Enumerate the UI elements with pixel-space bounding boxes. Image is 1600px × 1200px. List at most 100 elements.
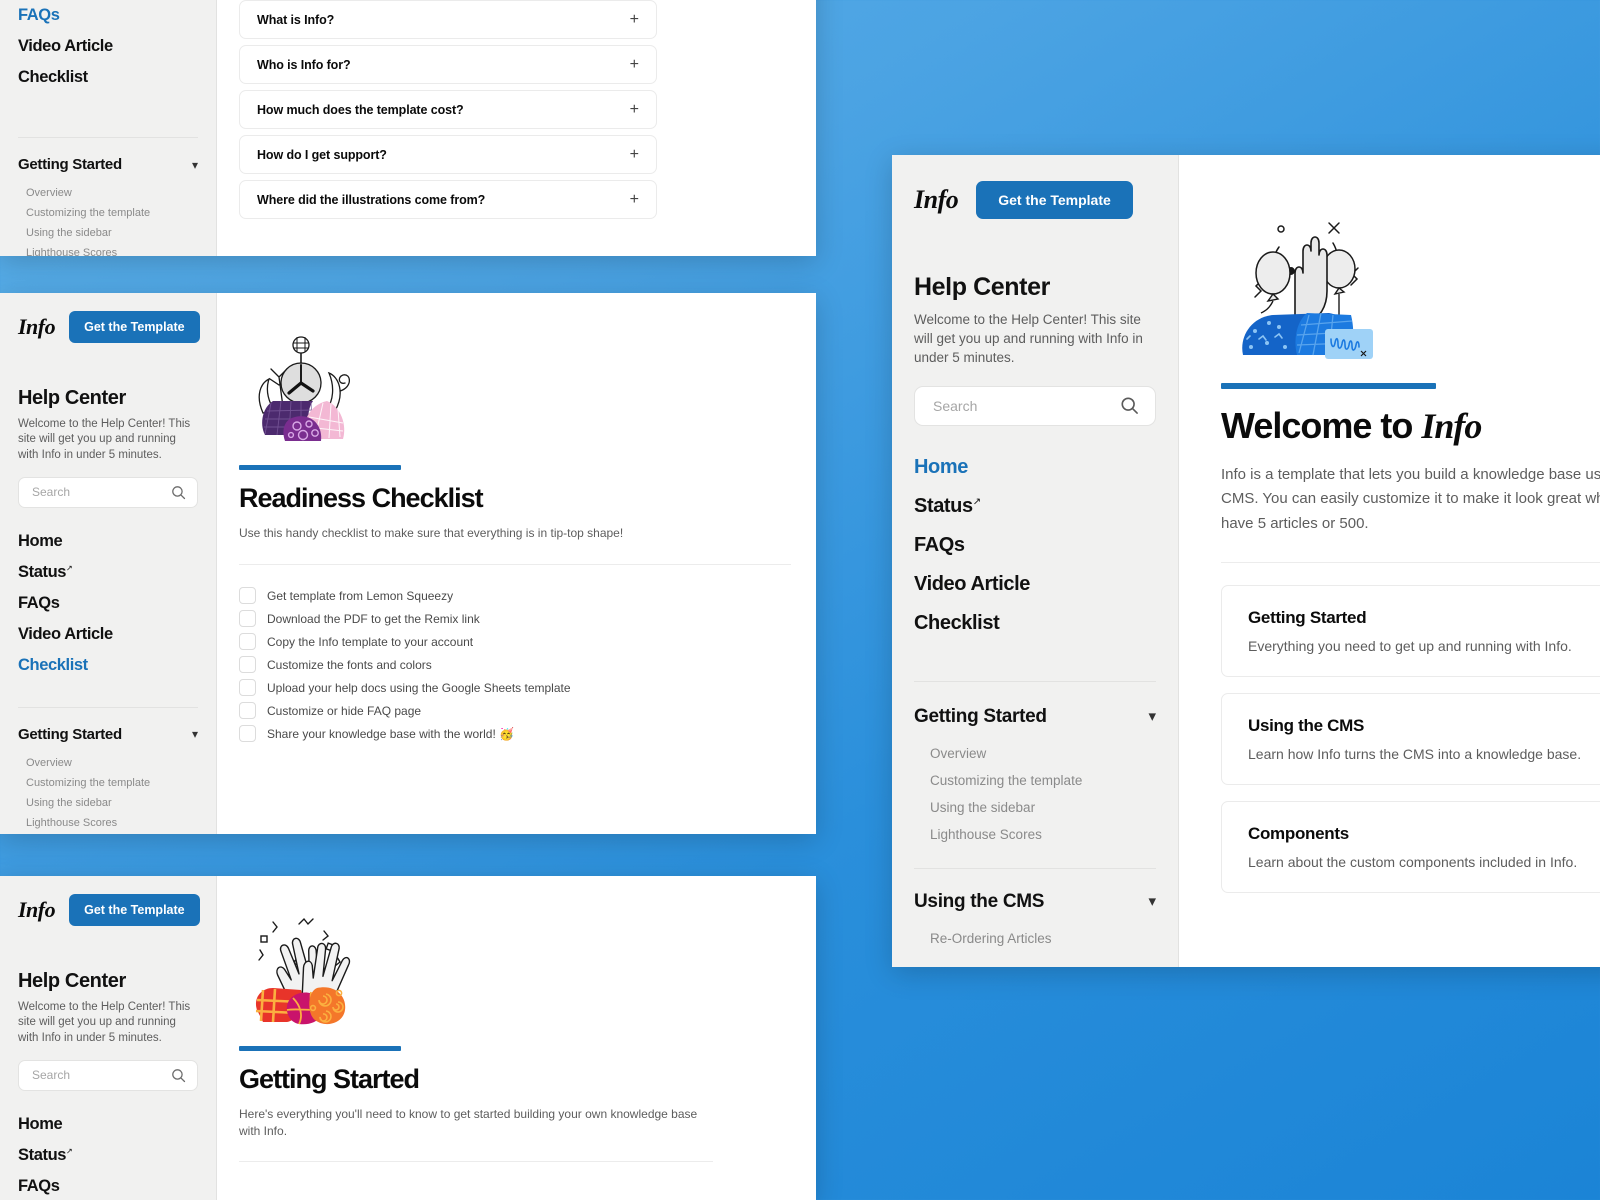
sidebar-subitem-using-sidebar[interactable]: Using the sidebar [18,223,198,243]
search-icon[interactable] [171,485,186,500]
faq-question: How much does the template cost? [257,102,464,117]
sidebar-item-label: Status [18,1145,67,1164]
plus-icon[interactable]: + [630,191,639,208]
checklist-label: Get template from Lemon Squeezy [267,588,454,603]
sidebar-header: Info Get the Template [18,293,200,343]
faq-item[interactable]: How much does the template cost? + [239,90,657,129]
sidebar-item-home[interactable]: Home [18,1109,198,1140]
sidebar-subitem-customizing[interactable]: Customizing the template [914,767,1156,794]
orange-hands-clapping-illustration [255,917,351,1025]
search-input[interactable] [30,1067,171,1084]
list-item[interactable]: Get template from Lemon Squeezy [239,584,791,607]
get-template-button[interactable]: Get the Template [976,181,1133,219]
list-item[interactable]: Download the PDF to get the Remix link [239,607,791,630]
faq-item[interactable]: How do I get support? + [239,135,657,174]
sidebar-item-video-article[interactable]: Video Article [18,31,198,62]
sidebar-item-faqs[interactable]: FAQs [18,588,198,619]
card-components[interactable]: Components Learn about the custom compon… [1221,800,1600,893]
search-icon[interactable] [171,1068,186,1083]
get-template-button[interactable]: Get the Template [69,311,200,343]
faq-item[interactable]: Who is Info for? + [239,45,657,84]
sidebar-header: Info Get the Template [18,876,200,926]
sidebar-group-getting-started[interactable]: Getting Started ▾ [18,138,198,173]
checkbox[interactable] [239,679,256,697]
list-item[interactable]: Upload your help docs using the Google S… [239,676,791,699]
checkbox[interactable] [239,587,256,605]
search-input[interactable] [30,484,171,501]
sidebar-item-home[interactable]: Home [18,526,198,557]
sidebar-subitem-overview[interactable]: Overview [914,740,1156,767]
sidebar-item-checklist[interactable]: Checklist [18,62,198,93]
sidebar-group-getting-started[interactable]: Getting Started ▾ [914,682,1156,728]
sidebar-item-label: Home [914,455,968,478]
search-box[interactable] [18,1059,198,1091]
search-icon[interactable] [1120,396,1139,415]
divider [239,1160,713,1162]
sidebar-item-status[interactable]: Status↗ [18,1140,198,1171]
search-input[interactable] [931,396,1120,415]
get-template-button[interactable]: Get the Template [69,894,200,926]
chevron-down-icon[interactable]: ▾ [192,159,198,171]
sidebar-item-faqs[interactable]: FAQs [18,1171,198,1200]
checklist-panel-content: Readiness Checklist Use this handy check… [217,293,816,834]
sidebar-item-label: FAQs [18,1176,60,1195]
card-getting-started[interactable]: Getting Started Everything you need to g… [1221,584,1600,677]
plus-icon[interactable]: + [630,11,639,28]
sidebar-item-status[interactable]: Status↗ [18,557,198,588]
sidebar-item-faqs[interactable]: FAQs [914,526,1156,565]
search-box[interactable] [18,476,198,508]
list-item[interactable]: Copy the Info template to your account [239,630,791,653]
logo[interactable]: Info [18,314,56,340]
sidebar-subitem-lighthouse[interactable]: Lighthouse Scores [18,813,198,833]
sidebar-subitem-overview[interactable]: Overview [18,183,198,203]
checklist-label: Customize the fonts and colors [267,657,432,672]
sidebar-title: Help Center [914,273,1050,301]
sidebar-group-using-the-cms[interactable]: Using the CMS ▾ [914,869,1156,913]
sidebar-subitem-lighthouse[interactable]: Lighthouse Scores [914,821,1156,848]
sidebar-subitem-lighthouse[interactable]: Lighthouse Scores [18,243,198,256]
plus-icon[interactable]: + [630,56,639,73]
sidebar-sublist: Re-Ordering Articles [914,925,1156,952]
list-item[interactable]: Share your knowledge base with the world… [239,722,791,745]
sidebar-subitem-customizing[interactable]: Customizing the template [18,773,198,793]
sidebar-item-label: Status [18,562,67,581]
external-link-icon: ↗ [66,563,73,573]
sidebar-subitem-using-sidebar[interactable]: Using the sidebar [914,794,1156,821]
faq-question: How do I get support? [257,147,387,162]
sidebar-item-faqs[interactable]: FAQs [18,0,198,31]
search-box[interactable] [914,385,1156,426]
sidebar-item-checklist[interactable]: Checklist [914,604,1156,643]
checkbox[interactable] [239,702,256,720]
faq-item[interactable]: What is Info? + [239,0,657,39]
getting-started-panel: Info Get the Template Help Center Welcom… [0,876,816,1200]
card-description: Learn about the custom components includ… [1248,853,1578,870]
list-item[interactable]: Customize or hide FAQ page [239,699,791,722]
sidebar-subitem-customizing[interactable]: Customizing the template [18,203,198,223]
card-description: Learn how Info turns the CMS into a know… [1248,745,1582,762]
card-using-the-cms[interactable]: Using the CMS Learn how Info turns the C… [1221,692,1600,785]
faq-item[interactable]: Where did the illustrations come from? + [239,180,657,219]
sidebar-item-home[interactable]: Home [914,448,1156,487]
sidebar-item-video-article[interactable]: Video Article [18,619,198,650]
checkbox[interactable] [239,633,256,651]
sidebar-item-video-article[interactable]: Video Article [914,565,1156,604]
chevron-down-icon[interactable]: ▾ [1148,709,1156,724]
sidebar-item-checklist[interactable]: Checklist [18,650,198,681]
checkbox[interactable] [239,725,256,743]
sidebar-group-getting-started[interactable]: Getting Started ▾ [18,708,198,743]
chevron-down-icon[interactable]: ▾ [192,728,198,740]
chevron-down-icon[interactable]: ▾ [1148,894,1156,909]
faq-question: What is Info? [257,12,335,27]
logo[interactable]: Info [18,897,56,923]
checkbox[interactable] [239,656,256,674]
sidebar-subitem-re-ordering-articles[interactable]: Re-Ordering Articles [914,925,1156,952]
logo[interactable]: Info [914,185,959,215]
page-title: Getting Started [239,1064,420,1094]
sidebar-subitem-using-sidebar[interactable]: Using the sidebar [18,793,198,813]
sidebar-item-status[interactable]: Status↗ [914,487,1156,526]
plus-icon[interactable]: + [630,101,639,118]
list-item[interactable]: Customize the fonts and colors [239,653,791,676]
plus-icon[interactable]: + [630,146,639,163]
sidebar-subitem-overview[interactable]: Overview [18,753,198,773]
checkbox[interactable] [239,610,256,628]
